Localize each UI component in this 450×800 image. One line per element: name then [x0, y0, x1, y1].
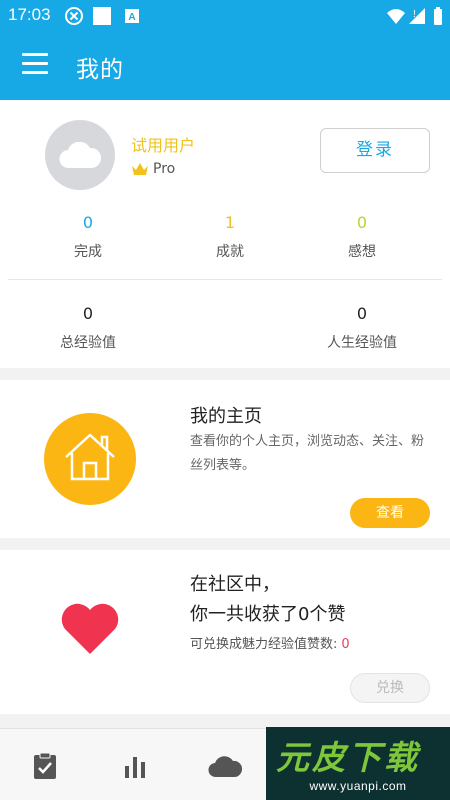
watermark-text: 元皮下载 — [276, 738, 420, 777]
close-circle-icon — [65, 7, 83, 25]
homepage-card: 我的主页 查看你的个人主页，浏览动态、关注、粉丝列表等。 查看 — [0, 380, 450, 538]
username: 试用用户 — [131, 136, 196, 155]
watermark: 元皮下载 www.yuanpi.com — [266, 727, 450, 800]
watermark-url: www.yuanpi.com — [309, 779, 407, 793]
stat-value: 0 — [82, 213, 94, 232]
wifi-icon — [387, 9, 405, 24]
svg-text:A: A — [128, 12, 135, 23]
cloud-icon — [59, 142, 101, 168]
battery-icon — [434, 7, 442, 25]
home-icon — [65, 433, 115, 481]
square-icon — [93, 7, 111, 25]
likes-card: 在社区中， 你一共收获了0个赞 可兑换成魅力经验值赞数: 0 兑换 — [0, 550, 450, 714]
bar-chart-icon[interactable] — [120, 751, 150, 781]
stat-value: 0 — [356, 304, 368, 323]
stat-label: 成就 — [216, 244, 244, 260]
stat-value: 0 — [356, 213, 368, 232]
home-icon-circle — [44, 413, 136, 505]
svg-text:!: ! — [413, 9, 416, 20]
stat-label: 完成 — [74, 244, 102, 260]
stat-complete[interactable]: 0 完成 — [28, 213, 148, 261]
stat-value: 1 — [224, 213, 236, 232]
profile-card: 试用用户 Pro 登录 0 完成 1 成就 0 感想 0 总经验值 0 人生经验… — [0, 100, 450, 368]
login-button[interactable]: 登录 — [320, 128, 430, 173]
heart-icon — [61, 603, 119, 654]
a-icon: A — [125, 9, 139, 23]
stat-label: 人生经验值 — [327, 335, 397, 351]
app-bar: 我的 — [0, 32, 450, 100]
avatar[interactable] — [45, 120, 115, 190]
stat-total-exp[interactable]: 0 总经验值 — [28, 304, 148, 352]
homepage-description: 查看你的个人主页，浏览动态、关注、粉丝列表等。 — [190, 434, 425, 473]
stat-label: 总经验值 — [60, 335, 116, 351]
stat-value: 0 — [82, 304, 94, 323]
exchange-button[interactable]: 兑换 — [350, 673, 430, 703]
likes-title-line1: 在社区中， — [190, 574, 280, 595]
page-title: 我的 — [76, 57, 124, 83]
likes-count: 0 — [341, 637, 350, 652]
likes-desc-label: 可兑换成魅力经验值赞数: — [190, 637, 338, 652]
crown-icon — [132, 163, 148, 175]
stat-life-exp[interactable]: 0 人生经验值 — [302, 304, 422, 352]
signal-icon: ! — [409, 8, 425, 24]
homepage-title: 我的主页 — [190, 406, 262, 427]
stat-label: 感想 — [348, 244, 376, 260]
likes-title: 在社区中， 你一共收获了0个赞 — [190, 570, 345, 630]
likes-description: 可兑换成魅力经验值赞数: 0 — [190, 633, 350, 652]
clipboard-check-icon[interactable] — [30, 751, 60, 781]
pro-label: Pro — [153, 161, 176, 177]
status-bar: 17:03 A ! — [0, 0, 450, 32]
status-time: 17:03 — [8, 5, 51, 24]
divider — [8, 279, 442, 280]
menu-icon[interactable] — [22, 53, 48, 75]
stat-achievement[interactable]: 1 成就 — [170, 213, 290, 261]
pro-badge: Pro — [131, 161, 175, 177]
cloud-icon[interactable] — [208, 751, 242, 781]
view-button[interactable]: 查看 — [350, 498, 430, 528]
likes-title-line2: 你一共收获了0个赞 — [190, 604, 346, 625]
stat-thoughts[interactable]: 0 感想 — [302, 213, 422, 261]
